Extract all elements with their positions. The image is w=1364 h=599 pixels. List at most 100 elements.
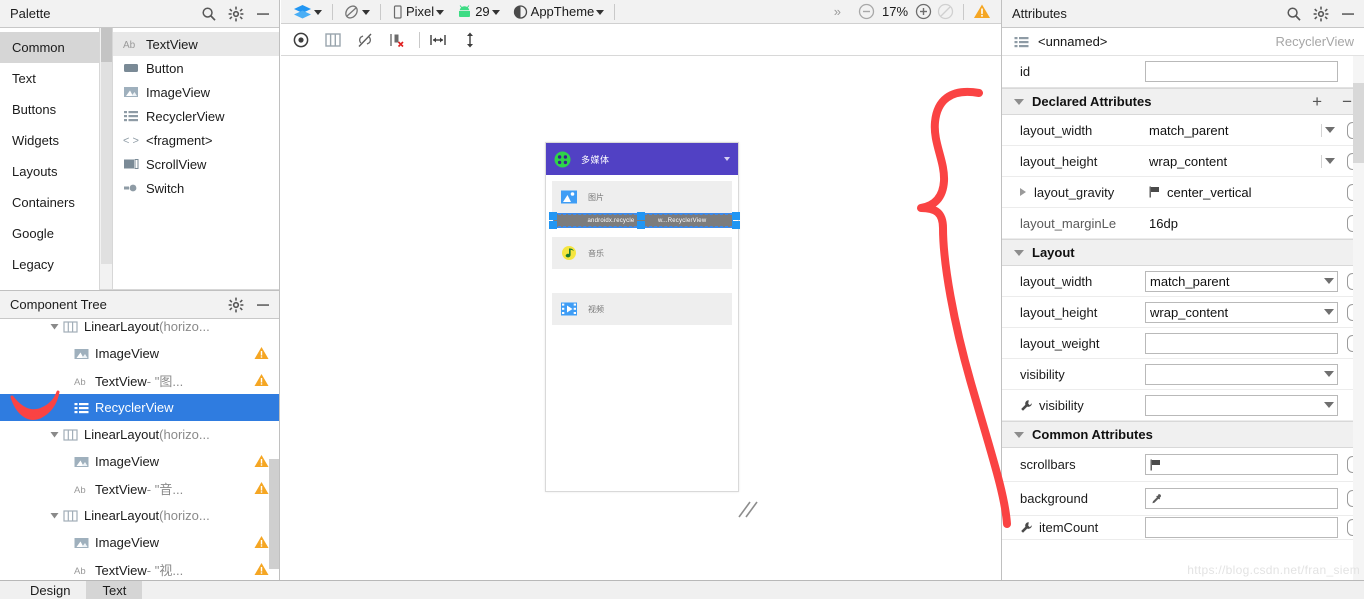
palette-item-scrollview[interactable]: ScrollView — [113, 152, 279, 176]
warning-icon[interactable] — [254, 481, 269, 495]
remove-attribute-button[interactable]: − — [1342, 93, 1352, 110]
palette-category-widgets[interactable]: Widgets — [0, 125, 99, 156]
palette-item-imageview[interactable]: ImageView — [113, 80, 279, 104]
minimize-icon[interactable] — [255, 297, 271, 313]
attribute-value[interactable]: match_parent — [1145, 120, 1338, 141]
palette-item-textview[interactable]: Ab TextView — [113, 32, 279, 56]
attribute-value[interactable]: wrap_content — [1145, 151, 1338, 172]
design-surface[interactable]: 多媒体 图片 androidx.recycle w...RecyclerView — [281, 57, 1001, 580]
attribute-value[interactable]: wrap_content — [1145, 301, 1338, 323]
section-common-attributes[interactable]: Common Attributes — [1002, 421, 1364, 448]
tree-row-imageview[interactable]: ImageView — [0, 448, 279, 475]
blueprint-columns-icon[interactable] — [323, 30, 343, 50]
preview-selected-recyclerview[interactable]: androidx.recycle w...RecyclerView — [549, 212, 740, 229]
chevron-down-icon[interactable] — [1324, 371, 1334, 377]
add-attribute-button[interactable]: + — [1312, 93, 1322, 110]
palette-category-layouts[interactable]: Layouts — [0, 156, 99, 187]
tab-design[interactable]: Design — [14, 581, 86, 599]
chevron-down-icon[interactable] — [1324, 278, 1334, 284]
warning-icon[interactable] — [973, 3, 991, 20]
tree-row-imageview[interactable]: ImageView — [0, 529, 279, 556]
palette-category-legacy[interactable]: Legacy — [0, 249, 99, 280]
theme-selector[interactable]: AppTheme — [506, 1, 611, 23]
resize-handle-top-center[interactable] — [637, 212, 645, 220]
warning-icon[interactable] — [254, 562, 269, 576]
vertical-expand-icon[interactable] — [460, 30, 480, 50]
palette-category-common[interactable]: Common — [0, 32, 99, 63]
section-declared-attributes[interactable]: Declared Attributes + − — [1002, 88, 1364, 115]
palette-item-fragment[interactable]: < > <fragment> — [113, 128, 279, 152]
tree-row-textview[interactable]: Ab TextView- "图... — [0, 367, 279, 394]
palette-category-list[interactable]: Common Text Buttons Widgets Layouts Cont… — [0, 28, 100, 290]
palette-category-buttons[interactable]: Buttons — [0, 94, 99, 125]
minimize-icon[interactable] — [255, 6, 271, 22]
palette-category-containers[interactable]: Containers — [0, 187, 99, 218]
resize-handle-top-left[interactable] — [549, 212, 557, 220]
gear-icon[interactable] — [1313, 6, 1329, 22]
warning-icon[interactable] — [254, 535, 269, 549]
resize-handle-top-right[interactable] — [732, 212, 740, 220]
search-icon[interactable] — [1286, 6, 1302, 22]
attribute-value[interactable] — [1145, 517, 1338, 538]
resize-handle-bottom-center[interactable] — [637, 221, 645, 229]
preview-row-picture[interactable]: 图片 — [552, 181, 732, 213]
canvas-resize-handle[interactable] — [736, 497, 760, 521]
chevron-down-icon[interactable] — [1325, 127, 1335, 133]
api-level-selector[interactable]: 29 — [450, 1, 505, 23]
palette-item-button[interactable]: Button — [113, 56, 279, 80]
chevron-down-icon[interactable] — [48, 428, 61, 441]
device-preview[interactable]: 多媒体 图片 androidx.recycle w...RecyclerView — [545, 142, 740, 492]
tree-row-imageview[interactable]: ImageView — [0, 340, 279, 367]
warning-icon[interactable] — [254, 454, 269, 468]
eyedropper-icon[interactable] — [1150, 493, 1162, 505]
attribute-value[interactable] — [1145, 454, 1338, 475]
chevron-down-icon[interactable] — [48, 320, 61, 333]
chevron-right-icon[interactable] — [1020, 188, 1026, 196]
minimize-icon[interactable] — [1340, 6, 1356, 22]
tree-row-textview[interactable]: Ab TextView- "音... — [0, 475, 279, 502]
scrollbar-track[interactable] — [101, 62, 112, 264]
preview-row-music[interactable]: 音乐 — [552, 237, 732, 269]
zoom-to-fit-button[interactable] — [937, 3, 954, 20]
attribute-value[interactable]: match_parent — [1145, 270, 1338, 292]
palette-category-google[interactable]: Google — [0, 218, 99, 249]
tree-row-linearlayout[interactable]: LinearLayout(horizo... — [0, 421, 279, 448]
palette-item-recyclerview[interactable]: RecyclerView — [113, 104, 279, 128]
chevron-down-icon[interactable] — [1014, 98, 1024, 105]
zoom-in-button[interactable] — [915, 3, 932, 20]
warning-icon[interactable] — [254, 346, 269, 360]
attributes-scrollbar-thumb[interactable] — [1353, 83, 1364, 163]
tab-text[interactable]: Text — [86, 581, 143, 599]
orientation-button[interactable] — [337, 1, 376, 23]
warning-icon[interactable] — [254, 373, 269, 387]
chevron-down-icon[interactable] — [1014, 249, 1024, 256]
device-selector[interactable]: Pixel — [385, 1, 450, 23]
design-mode-button[interactable] — [287, 1, 328, 23]
attribute-value[interactable] — [1145, 394, 1338, 416]
turn-off-autoconnect-icon[interactable] — [355, 30, 375, 50]
clear-constraints-icon[interactable] — [387, 30, 407, 50]
attribute-value[interactable]: center_vertical — [1145, 182, 1338, 203]
palette-category-text[interactable]: Text — [0, 63, 99, 94]
palette-item-switch[interactable]: Switch — [113, 176, 279, 200]
attribute-value[interactable] — [1145, 363, 1338, 385]
tree-row-linearlayout[interactable]: LinearLayout(horizo... — [0, 319, 279, 340]
resize-handle-bottom-left[interactable] — [549, 221, 557, 229]
search-icon[interactable] — [201, 6, 217, 22]
chevron-down-icon[interactable] — [1324, 309, 1334, 315]
component-tree-scrollbar[interactable] — [269, 459, 279, 569]
chevron-down-icon[interactable] — [48, 509, 61, 522]
gear-icon[interactable] — [228, 6, 244, 22]
resize-handle-bottom-right[interactable] — [732, 221, 740, 229]
attribute-value[interactable] — [1145, 332, 1338, 354]
tree-row-recyclerview[interactable]: RecyclerView — [0, 394, 279, 421]
tree-row-textview[interactable]: Ab TextView- "视... — [0, 556, 279, 580]
overflow-chevrons[interactable]: » — [834, 4, 841, 19]
chevron-down-icon[interactable] — [1325, 158, 1335, 164]
palette-category-scrollbar[interactable] — [100, 28, 113, 290]
attribute-value[interactable]: 16dp — [1145, 213, 1338, 234]
id-input[interactable] — [1145, 61, 1338, 82]
horizontal-margin-icon[interactable] — [428, 30, 448, 50]
show-hide-icon[interactable] — [291, 30, 311, 50]
preview-row-video[interactable]: 视频 — [552, 293, 732, 325]
